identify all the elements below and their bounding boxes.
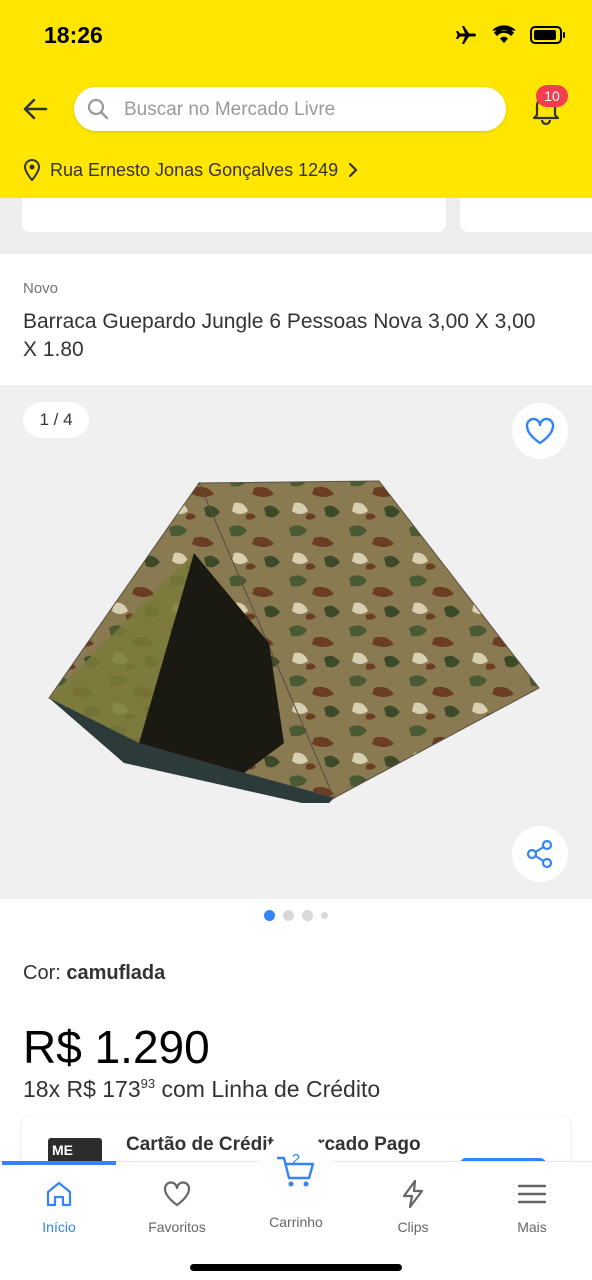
share-icon [526, 839, 553, 869]
heart-icon [525, 417, 555, 445]
chevron-right-icon [349, 162, 358, 178]
tab-label: Clips [397, 1219, 429, 1235]
search-placeholder: Buscar no Mercado Livre [124, 99, 336, 120]
heart-icon [163, 1181, 191, 1207]
address-text: Rua Ernesto Jonas Gonçalves 1249 [50, 159, 339, 180]
product-image-tent [48, 480, 540, 803]
location-pin-icon [23, 158, 41, 182]
tab-label: Início [42, 1219, 76, 1235]
back-arrow-icon[interactable] [18, 92, 52, 126]
home-icon [46, 1181, 72, 1207]
previous-section-strip [0, 198, 592, 254]
status-time: 18:26 [44, 22, 103, 48]
delivery-address[interactable]: Rua Ernesto Jonas Gonçalves 1249 [22, 156, 360, 184]
gallery-counter: 1 / 4 [23, 402, 89, 438]
product-price: R$ 1.290 [23, 1021, 210, 1073]
search-icon [87, 98, 109, 120]
favorite-button[interactable] [512, 403, 568, 459]
pagination-dot-active[interactable] [264, 910, 275, 921]
color-value: camuflada [66, 962, 166, 984]
tab-mais[interactable]: Mais [473, 1178, 591, 1235]
status-icons [454, 24, 566, 46]
bottom-tab-bar: Início Favoritos 2 Carrinho Clips Mais [0, 1134, 592, 1280]
lightning-icon [402, 1179, 424, 1209]
installment-amount: 18x R$ 173 [23, 1076, 141, 1102]
top-header: 18:26 Buscar no Mercado Livre 10 Rua Ern… [0, 0, 592, 198]
tab-label[interactable]: Carrinho [236, 1214, 356, 1230]
search-input[interactable]: Buscar no Mercado Livre [74, 87, 506, 131]
share-button[interactable] [512, 826, 568, 882]
card-stub [460, 198, 592, 232]
tab-label: Mais [517, 1219, 547, 1235]
tab-label: Favoritos [148, 1219, 206, 1235]
notification-badge: 10 [536, 85, 568, 107]
home-indicator [190, 1264, 402, 1271]
color-selector: Cor: camuflada [23, 962, 165, 985]
pagination-dot[interactable] [321, 912, 328, 919]
card-stub [22, 198, 446, 232]
battery-icon [530, 26, 565, 44]
product-gallery[interactable]: 1 / 4 [0, 385, 592, 899]
product-condition: Novo [23, 280, 59, 297]
installment-info: 18x R$ 17393 com Linha de Crédito [23, 1076, 380, 1103]
installment-cents: 93 [140, 1076, 156, 1091]
tab-favoritos[interactable]: Favoritos [118, 1178, 236, 1235]
installment-label: com Linha de Crédito [155, 1076, 381, 1102]
pagination-dot[interactable] [302, 910, 313, 921]
wifi-icon [492, 25, 516, 44]
tab-inicio[interactable]: Início [0, 1178, 118, 1235]
active-tab-indicator [2, 1161, 116, 1165]
airplane-icon [456, 26, 476, 44]
status-bar: 18:26 [0, 0, 592, 70]
product-title: Barraca Guepardo Jungle 6 Pessoas Nova 3… [23, 310, 536, 361]
menu-icon [517, 1184, 547, 1204]
gallery-pagination [0, 910, 592, 921]
tab-clips[interactable]: Clips [354, 1178, 472, 1235]
cart-count: 2 [291, 1151, 301, 1168]
color-label: Cor: [23, 962, 67, 984]
search-row: Buscar no Mercado Livre 10 [0, 84, 592, 134]
pagination-dot[interactable] [283, 910, 294, 921]
